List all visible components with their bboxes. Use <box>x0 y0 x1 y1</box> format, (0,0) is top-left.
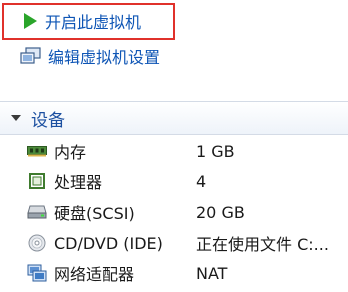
device-value: NAT <box>196 263 228 283</box>
start-vm-button[interactable]: 开启此虚拟机 <box>10 7 141 35</box>
devices-section-header[interactable]: 设备 <box>0 101 348 135</box>
processor-icon <box>26 171 48 191</box>
cd-dvd-icon <box>26 233 48 253</box>
device-row-cd-dvd[interactable]: CD/DVD (IDE) 正在使用文件 C:... <box>0 229 348 257</box>
edit-vm-settings-button[interactable]: 编辑虚拟机设置 <box>20 44 160 68</box>
memory-icon <box>26 141 48 161</box>
network-adapter-icon <box>26 263 48 283</box>
play-icon <box>24 13 37 29</box>
start-vm-label: 开启此虚拟机 <box>45 13 142 32</box>
device-row-hard-disk[interactable]: 硬盘(SCSI) 20 GB <box>0 198 348 226</box>
device-name: 硬盘(SCSI) <box>54 204 135 223</box>
device-name: 内存 <box>54 143 87 162</box>
device-value: 20 GB <box>196 202 245 222</box>
device-value: 正在使用文件 C:... <box>196 235 329 254</box>
hard-disk-icon <box>26 202 48 222</box>
device-row-network-adapter[interactable]: 网络适配器 NAT <box>0 259 348 287</box>
edit-settings-icon <box>20 47 41 64</box>
device-value: 1 GB <box>196 141 235 161</box>
device-row-memory[interactable]: 内存 1 GB <box>0 137 348 165</box>
devices-section-title: 设备 <box>31 110 65 131</box>
device-row-processor[interactable]: 处理器 4 <box>0 167 348 195</box>
device-name: CD/DVD (IDE) <box>54 233 163 253</box>
device-value: 4 <box>196 171 207 191</box>
device-name: 处理器 <box>54 173 103 192</box>
collapse-arrow-icon[interactable] <box>11 115 21 121</box>
device-name: 网络适配器 <box>54 265 135 284</box>
edit-vm-settings-label: 编辑虚拟机设置 <box>48 48 161 67</box>
